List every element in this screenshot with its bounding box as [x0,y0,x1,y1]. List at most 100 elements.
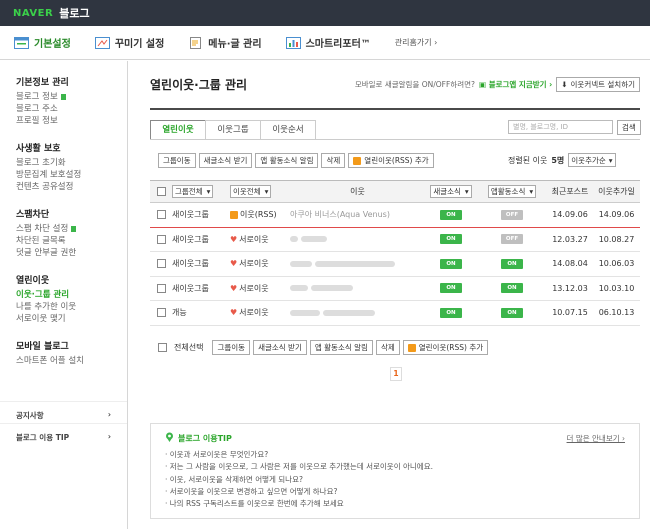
row-type-label: 서로이웃 [239,308,269,318]
move-group-button[interactable]: 그룹이동 [212,340,251,355]
chevron-down-icon: ▾ [206,187,211,196]
page-number[interactable]: 1 [390,367,402,381]
app-notify-toggle[interactable]: ON [501,258,523,269]
subscribe-toggle[interactable]: ON [440,307,462,318]
sidebar-item-blocked-posts[interactable]: 차단된 글목록 [16,235,127,247]
row-checkbox[interactable] [156,259,166,269]
sidebar-item-visit-count[interactable]: 방문집계 보호설정 [16,169,127,181]
subscribe-button[interactable]: 새글소식 받기 [198,153,253,168]
search-button[interactable]: 검색 [617,120,641,135]
sidebar-tip-link[interactable]: 블로그 이용 TIP › [0,423,127,443]
sort-select[interactable]: 이웃추가순 ▾ [568,153,616,167]
tip-item[interactable]: · 저는 그 사람을 이웃으로, 그 사람은 저를 이웃으로 추가했는데 서로이… [165,461,625,473]
row-group: 개능 [172,308,187,318]
tab-open-neighbors[interactable]: 열린이웃 [150,120,206,140]
delete-button[interactable]: 삭제 [321,153,346,168]
sidebar-item-neighbor-group[interactable]: 이웃·그룹 관리 [16,289,127,301]
app-notify-toggle[interactable]: ON [501,283,523,294]
tip-item[interactable]: · 이웃과 서로이웃은 무엇인가요? [165,449,625,461]
new-badge [60,93,66,100]
app-notify-toggle[interactable]: OFF [501,209,523,220]
subscribe-toggle[interactable]: ON [440,234,462,245]
app-notify-button[interactable]: 앱 활동소식 알림 [255,153,319,168]
heart-icon: ♥ [230,259,238,269]
app-notify-toggle[interactable]: OFF [501,234,523,245]
menu-design-settings[interactable]: 꾸미기 설정 [94,35,164,50]
menu-smart-reporter[interactable]: 스마트리포터™ [285,35,371,50]
sidebar-item-blog-address[interactable]: 블로그 주소 [16,103,127,115]
sidebar-group-privacy: 사생활 보호 블로그 초기화 방문집계 보호설정 컨텐츠 공유설정 [0,127,127,193]
phone-icon: ▣ [478,80,487,89]
sidebar-heading[interactable]: 기본정보 관리 [16,75,127,88]
row-nickname-blurred[interactable] [290,235,425,244]
sidebar-notice-link[interactable]: 공지사항 › [0,401,127,421]
select-all-checkbox-bottom[interactable] [158,343,167,352]
subscribe-toggle[interactable]: ON [440,283,462,294]
tab-neighbor-order[interactable]: 이웃순서 [260,120,316,140]
move-group-button[interactable]: 그룹이동 [158,153,196,168]
row-added-date: 06.10.13 [598,308,635,318]
row-recent-post: 14.08.04 [552,259,588,269]
row-nickname[interactable]: 아쿠아 비너스(Aqua Venus) [290,209,425,220]
tip-title-label: 블로그 이용TIP [178,433,232,443]
menu-post-management[interactable]: 메뉴·글 관리 [188,35,262,50]
more-info-link[interactable]: 더 많은 안내보기 › [567,433,625,444]
sidebar-item-comment-permission[interactable]: 덧글 안부글 권한 [16,247,127,259]
app-notify-toggle[interactable]: ON [501,307,523,318]
button-label: 열린이웃(RSS) 추가 [418,343,484,352]
blog-title[interactable]: 블로그 [59,5,89,21]
row-nickname-blurred[interactable] [290,284,425,293]
admin-home-link[interactable]: 관리홈가기 › [395,37,438,48]
add-rss-button[interactable]: 열린이웃(RSS) 추가 [402,340,489,355]
search-input[interactable]: 별명, 블로그명, ID [508,120,613,134]
sidebar-item-profile[interactable]: 프로필 정보 [16,115,127,127]
naver-logo[interactable]: NAVER [13,8,53,19]
sidebar-item-mutual[interactable]: 서로이웃 맺기 [16,313,127,325]
sidebar-item-app-install[interactable]: 스마트폰 어플 설치 [16,355,127,367]
row-type-label: 서로이웃 [239,259,269,269]
tab-neighbor-groups[interactable]: 이웃그룹 [205,120,261,140]
row-added-date: 14.09.06 [598,210,635,220]
subscribe-button[interactable]: 새글소식 받기 [253,340,307,355]
row-checkbox[interactable] [156,210,166,220]
sidebar-item-content-share[interactable]: 컨텐츠 공유설정 [16,181,127,193]
menu-basic-settings[interactable]: 기본설정 [14,35,71,50]
app-download-link[interactable]: ▣ 블로그앱 지금받기 › [479,79,552,90]
column-label: 이웃전체 [233,187,261,196]
chevron-right-icon: › [107,410,111,419]
sidebar-item-spam-settings[interactable]: 스팸 차단 설정 [16,223,127,235]
tip-title: 블로그 이용TIP [165,432,232,444]
subscribe-filter-select[interactable]: 새글소식 ▾ [430,185,472,198]
sidebar-heading[interactable]: 사생활 보호 [16,141,127,154]
sidebar-item-reset[interactable]: 블로그 초기화 [16,157,127,169]
row-type: ♥ 서로이웃 [230,234,290,245]
subscribe-toggle[interactable]: ON [440,258,462,269]
sidebar-item-added-me[interactable]: 나를 추가한 이웃 [16,301,127,313]
type-filter-select[interactable]: 이웃전체 ▾ [230,185,272,198]
row-nickname-blurred[interactable] [290,259,425,268]
install-connect-button[interactable]: ⬇ 이웃커넥트 설치하기 [556,77,640,92]
app-filter-select[interactable]: 앱활동소식 ▾ [487,185,537,198]
sort-select-value: 이웃추가순 [571,155,606,165]
group-filter-select[interactable]: 그룹전체 ▾ [172,185,214,198]
tip-item[interactable]: · 이웃, 서로이웃을 삭제하면 어떻게 되나요? [165,474,625,486]
sidebar-item-blog-info[interactable]: 블로그 정보 [16,91,127,103]
table-row: 개능 ♥ 서로이웃 ON ON 10.07.15 06.10.13 [150,301,640,326]
sidebar-heading[interactable]: 모바일 블로그 [16,339,127,352]
add-rss-button[interactable]: 열린이웃(RSS) 추가 [348,153,434,168]
document-icon [188,36,203,49]
settings-window-icon [14,36,29,49]
search-area: 별명, 블로그명, ID 검색 [508,120,641,135]
tip-item[interactable]: · 서로이웃을 이웃으로 변경하고 싶으면 어떻게 하나요? [165,486,625,498]
subscribe-toggle[interactable]: ON [440,209,462,220]
select-all-checkbox[interactable] [156,187,166,196]
row-nickname-blurred[interactable] [290,308,425,317]
tip-item[interactable]: · 나의 RSS 구독리스트를 이웃으로 한번에 추가해 보세요 [165,498,625,510]
delete-button[interactable]: 삭제 [375,340,400,355]
row-checkbox[interactable] [156,283,166,293]
app-notify-button[interactable]: 앱 활동소식 알림 [309,340,373,355]
row-checkbox[interactable] [156,308,166,318]
sidebar-heading[interactable]: 스팸차단 [16,207,127,220]
row-checkbox[interactable] [156,234,166,244]
sidebar-heading[interactable]: 열린이웃 [16,273,127,286]
